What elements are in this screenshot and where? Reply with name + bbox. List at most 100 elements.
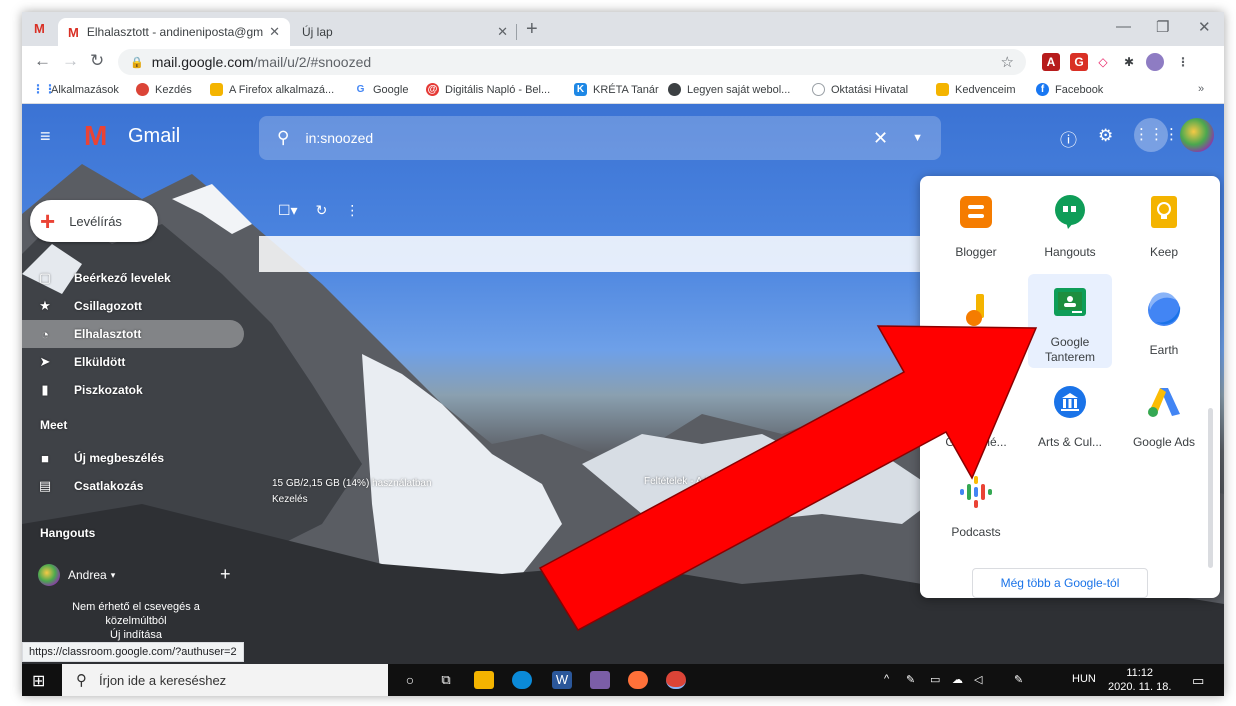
globe-icon: [668, 83, 681, 96]
taskbar-search[interactable]: ⚲ Írjon ide a kereséshez: [62, 664, 388, 696]
app-arts-culture[interactable]: Arts & Cul...: [1028, 374, 1112, 468]
search-icon[interactable]: ⚲: [277, 128, 289, 148]
meet-new-meeting[interactable]: ■ Új megbeszélés: [22, 444, 244, 472]
close-window-icon[interactable]: ✕: [1198, 18, 1211, 36]
app-hangouts[interactable]: Hangouts: [1028, 184, 1112, 278]
cast-extension-icon[interactable]: ◇: [1094, 53, 1112, 71]
task-view-icon[interactable]: ⧉: [436, 671, 456, 689]
app-label: Podcasts: [951, 525, 1001, 539]
google-apps-icon[interactable]: ⋮⋮⋮: [1134, 118, 1179, 152]
nav-item-drafts[interactable]: ▮ Piszkozatok: [22, 376, 244, 404]
clear-search-icon[interactable]: ✕: [873, 128, 888, 149]
bookmark-star-icon[interactable]: ☆: [1001, 53, 1014, 71]
settings-gear-icon[interactable]: ⚙: [1098, 126, 1113, 146]
keyboard-icon: ▤: [38, 478, 52, 493]
app-keep[interactable]: Keep: [1122, 184, 1206, 278]
extension-badge-icon[interactable]: G: [1070, 53, 1088, 71]
bookmark-legyen[interactable]: Legyen saját webol...: [668, 83, 790, 96]
app-blogger[interactable]: Blogger: [934, 184, 1018, 278]
network-icon[interactable]: ▭: [930, 673, 940, 686]
mail-toolbar: ☐▾ ↻ ⋮: [278, 202, 359, 219]
menu-kebab-icon[interactable]: ⋮: [1174, 53, 1192, 71]
gmail-brand[interactable]: Gmail: [128, 125, 180, 148]
cortana-icon[interactable]: ○: [400, 671, 420, 689]
notifications-icon[interactable]: ▭: [1192, 673, 1204, 689]
storage-manage-link[interactable]: Kezelés: [272, 492, 432, 508]
bookmark-kreta[interactable]: K KRÉTA Tanár: [574, 83, 659, 96]
search-bar[interactable]: ⚲ in:snoozed ✕ ▼: [259, 116, 941, 160]
compose-button[interactable]: + Levélírás: [30, 200, 158, 242]
minimize-icon[interactable]: —: [1116, 18, 1131, 35]
account-avatar[interactable]: [1180, 118, 1214, 152]
input-language[interactable]: HUN: [1072, 673, 1096, 685]
gmail-logo-icon[interactable]: M: [84, 122, 107, 150]
reload-icon[interactable]: ↻: [90, 51, 104, 71]
pen-icon[interactable]: ✎: [906, 673, 915, 686]
taskbar-clock[interactable]: 11:12 2020. 11. 18.: [1108, 666, 1171, 694]
storage-usage: 15 GB/2,15 GB (14%) használatban: [272, 478, 432, 489]
browser-tab-strip: M M Elhalasztott - andineniposta@gm ✕ Új…: [22, 12, 1224, 46]
search-options-icon[interactable]: ▼: [912, 132, 923, 144]
app-podcasts[interactable]: Podcasts: [934, 464, 1018, 558]
tab-gmail-snoozed[interactable]: M Elhalasztott - andineniposta@gm ✕: [58, 18, 290, 46]
extensions-puzzle-icon[interactable]: ✱: [1120, 53, 1138, 71]
back-arrow-icon[interactable]: ←: [34, 51, 51, 71]
google-icon: G: [356, 84, 365, 95]
file-explorer-icon[interactable]: [474, 671, 494, 689]
bookmark-kedvenceim[interactable]: Kedvenceim: [936, 83, 1016, 96]
language-icon[interactable]: ✎: [1014, 673, 1023, 686]
tray-chevron-icon[interactable]: ^: [884, 673, 889, 685]
app-collections[interactable]: Gyűjtemé...: [934, 374, 1018, 468]
close-tab-icon[interactable]: ✕: [269, 24, 280, 40]
bookmark-apps[interactable]: ⋮⋮ Alkalmazások: [32, 83, 119, 96]
firefox-icon[interactable]: [628, 671, 648, 689]
bookmark-kezdes[interactable]: Kezdés: [136, 83, 192, 96]
volume-icon[interactable]: ◁: [974, 673, 982, 686]
windows-start-icon[interactable]: ⊞: [32, 671, 45, 691]
podcasts-icon: [960, 476, 992, 508]
bookmark-firefox-folder[interactable]: A Firefox alkalmazá...: [210, 83, 334, 96]
mail-list-header: [259, 236, 949, 272]
refresh-icon[interactable]: ↻: [316, 202, 328, 219]
apps-panel-scrollbar[interactable]: [1208, 408, 1213, 568]
new-tab-icon[interactable]: +: [526, 18, 538, 40]
edge-icon[interactable]: [512, 671, 532, 689]
hangouts-start-link[interactable]: Új indítása: [36, 628, 236, 642]
hangouts-note-line: közelmúltból: [105, 615, 167, 627]
add-chat-icon[interactable]: +: [220, 564, 231, 585]
nav-label: Elküldött: [74, 355, 126, 369]
app-google-classroom[interactable]: Google Tanterem: [1028, 274, 1112, 368]
app-google-ads[interactable]: Google Ads: [1122, 374, 1206, 468]
meet-join[interactable]: ▤ Csatlakozás: [22, 472, 244, 500]
onedrive-icon[interactable]: ☁: [952, 673, 963, 686]
restore-icon[interactable]: ❐: [1156, 18, 1169, 36]
more-options-icon[interactable]: ⋮: [345, 202, 359, 219]
profile-icon[interactable]: [1146, 53, 1164, 71]
help-icon[interactable]: ⓘ: [1060, 126, 1077, 151]
bookmark-oktatasi-hivatal[interactable]: Oktatási Hivatal: [812, 83, 908, 96]
nav-item-starred[interactable]: ★ Csillagozott: [22, 292, 244, 320]
tab-new[interactable]: Új lap ✕: [292, 18, 518, 46]
forward-arrow-icon[interactable]: →: [62, 51, 79, 71]
search-input[interactable]: in:snoozed: [305, 130, 873, 146]
close-tab-icon[interactable]: ✕: [497, 24, 508, 40]
nav-item-snoozed[interactable]: ◔ Elhalasztott: [22, 320, 244, 348]
main-menu-icon[interactable]: ≡: [40, 126, 51, 147]
bookmarks-overflow-icon[interactable]: »: [1198, 83, 1204, 95]
terms-privacy-link[interactable]: Feltételek - Adatvédelem: [644, 476, 754, 487]
hangouts-user[interactable]: Andrea ▾: [38, 564, 115, 586]
paint-icon[interactable]: [590, 671, 610, 689]
word-icon[interactable]: W: [552, 671, 572, 689]
bookmark-digitalis-naplo[interactable]: @ Digitális Napló - Bel...: [426, 83, 550, 96]
app-earth[interactable]: Earth: [1122, 282, 1206, 376]
nav-item-sent[interactable]: ➤ Elküldött: [22, 348, 244, 376]
bookmark-facebook[interactable]: f Facebook: [1036, 83, 1103, 96]
nav-item-inbox[interactable]: ▢ Beérkező levelek: [22, 264, 244, 292]
bookmark-google[interactable]: G Google: [354, 83, 409, 96]
chrome-icon[interactable]: [666, 671, 686, 689]
more-from-google-button[interactable]: Még több a Google-tól: [972, 568, 1148, 598]
address-bar[interactable]: 🔒 mail.google.com/mail/u/2/#snoozed ☆: [118, 49, 1026, 75]
pdf-extension-icon[interactable]: A: [1042, 53, 1060, 71]
app-jamboard[interactable]: Jamboard: [934, 282, 1018, 376]
select-checkbox-icon[interactable]: ☐▾: [278, 202, 298, 219]
